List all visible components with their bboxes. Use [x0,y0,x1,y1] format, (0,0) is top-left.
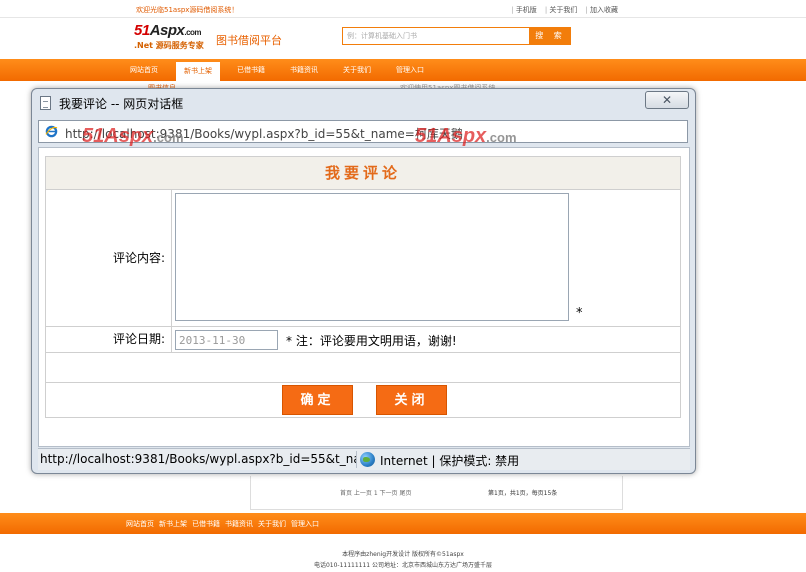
pager-links[interactable]: 首页 上一页 1 下一页 尾页 [340,488,411,497]
status-divider [356,451,357,468]
dialog-titlebar[interactable]: 我要评论 -- 网页对话框 ✕ [32,89,695,117]
close-icon: ✕ [661,93,673,107]
site-logo[interactable]: 51Aspx.com .Net 源码服务专家 [134,22,210,52]
nav-borrowed[interactable]: 已借书籍 [229,59,273,81]
watermark-logo-left: 51Aspx.com [82,125,184,147]
date-input[interactable]: 2013-11-30 [175,330,278,350]
dialog-title: 我要评论 -- 网页对话框 [59,97,184,111]
welcome-text: 欢迎光临51aspx源码借阅系统！ [136,6,239,14]
comment-dialog-window: 我要评论 -- 网页对话框 ✕ http://localhost:9381/Bo… [31,88,696,474]
footer-nav-new-books[interactable]: 新书上架 [159,519,187,529]
comment-row: 评论内容: * [46,190,680,327]
spacer-row [46,353,680,383]
footer-nav-home[interactable]: 网站首页 [126,519,154,529]
site-search-button[interactable]: 搜 索 [530,27,571,45]
site-search-input[interactable]: 例：计算机基础入门书 [342,27,530,45]
nav-admin[interactable]: 管理入口 [388,59,432,81]
platform-name: 图书借阅平台 [216,34,282,47]
top-links: 手机版 关于我们 加入收藏 [511,5,618,15]
confirm-button[interactable]: 确定 [282,385,353,415]
comment-label: 评论内容: [46,190,172,326]
dialog-content: 我要评论 评论内容: * 评论日期: 2013-11-30 * 注：评论要用文明… [38,147,690,447]
button-row: 确定 关闭 [46,383,680,417]
date-note: * 注：评论要用文明用语，谢谢! [286,334,457,348]
dialog-status-bar: http://localhost:9381/Books/wypl.aspx?b_… [38,448,690,470]
nav-about[interactable]: 关于我们 [335,59,379,81]
required-mark: * [576,306,583,321]
logo-tagline: .Net 源码服务专家 [134,41,204,50]
footer-copyright: 本程序由zhenig开发设计 版权所有©51aspx [342,551,464,558]
footer-nav-admin[interactable]: 管理入口 [291,519,319,529]
status-url: http://localhost:9381/Books/wypl.aspx?b_… [40,452,356,466]
nav-new-books[interactable]: 新书上架 [176,62,220,81]
top-link-favorite[interactable]: 加入收藏 [585,5,618,15]
internet-zone-globe-icon [360,452,375,467]
ie-browser-icon [45,125,58,138]
form-header: 我要评论 [46,157,680,190]
watermark-logo-right: 51Aspx.com [415,125,517,147]
footer-nav-book-news[interactable]: 书籍资讯 [225,519,253,529]
book-list-panel [250,476,623,510]
footer-nav: 网站首页 新书上架 已借书籍 书籍资讯 关于我们 管理入口 [0,513,806,534]
pager-info: 第1页，共1页，每页15条 [488,490,558,497]
date-row: 评论日期: 2013-11-30 * 注：评论要用文明用语，谢谢! [46,327,680,353]
nav-home[interactable]: 网站首页 [122,59,166,81]
date-label: 评论日期: [46,327,172,352]
document-icon [40,96,51,110]
dialog-close-button[interactable]: ✕ [645,91,689,109]
close-button[interactable]: 关闭 [376,385,447,415]
main-nav: 网站首页 新书上架 已借书籍 书籍资讯 关于我们 管理入口 [0,59,806,81]
footer-address: 电话010-11111111 公司地址：北京市西城山东方达广场万盛千层 [313,562,493,569]
status-zone-text: Internet | 保护模式: 禁用 [380,454,520,468]
footer-nav-borrowed[interactable]: 已借书籍 [192,519,220,529]
comment-form: 我要评论 评论内容: * 评论日期: 2013-11-30 * 注：评论要用文明… [45,156,681,418]
logo-wordmark: 51Aspx.com [134,22,202,39]
site-top-bar: 欢迎光临51aspx源码借阅系统！ 手机版 关于我们 加入收藏 [0,0,806,18]
top-link-about[interactable]: 关于我们 [545,5,577,15]
nav-book-news[interactable]: 书籍资讯 [282,59,326,81]
comment-textarea[interactable] [175,193,569,321]
footer-nav-about[interactable]: 关于我们 [258,519,286,529]
top-link-mobile[interactable]: 手机版 [511,5,537,15]
